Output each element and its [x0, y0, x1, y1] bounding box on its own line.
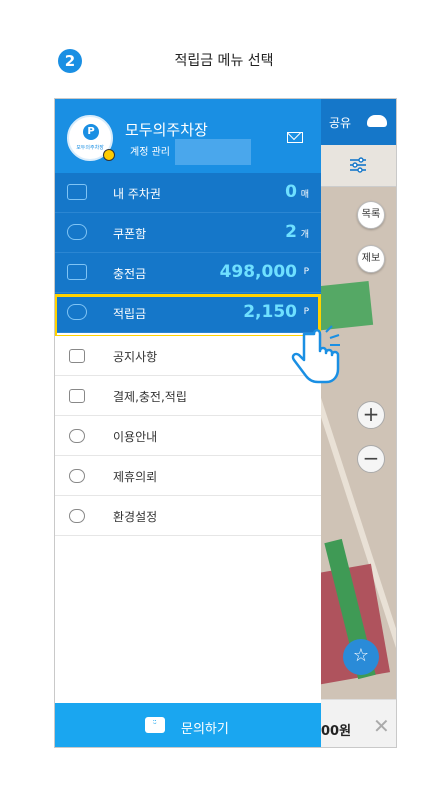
menu-item-payments[interactable]: 결제,충전,적립: [55, 376, 321, 416]
menu-item-guide[interactable]: 이용안내: [55, 416, 321, 456]
map-top-bar: 공유: [321, 99, 396, 145]
menu-item-notices[interactable]: 공지사항: [55, 336, 321, 376]
megaphone-icon: [69, 349, 85, 363]
menu-label: 쿠폰함: [113, 227, 147, 241]
report-button[interactable]: 제보: [357, 245, 385, 273]
menu-label: 이용안내: [113, 430, 158, 444]
ticket-icon: [67, 184, 87, 200]
gear-icon: [69, 509, 85, 523]
inquiry-button[interactable]: ᵕ̈ 문의하기: [55, 703, 321, 747]
inquiry-label: 문의하기: [181, 722, 229, 737]
map-filter-bar: [321, 145, 396, 187]
menu-label: 충전금: [113, 267, 147, 281]
kakao-badge-icon: [103, 149, 115, 161]
coins-icon: [67, 264, 87, 280]
menu-label: 공지사항: [113, 350, 158, 364]
redacted-info: [175, 139, 251, 165]
parking-logo-icon: P: [83, 124, 99, 140]
menu-value: 498,000: [219, 262, 297, 282]
menu-label: 환경설정: [113, 510, 158, 524]
headset-icon: [69, 429, 85, 443]
avatar-brand-text: 모두의주차장: [76, 145, 104, 151]
filter-icon[interactable]: [349, 157, 367, 173]
menu-item-my-tickets[interactable]: 내 주차권 0 매: [55, 173, 321, 213]
menu-item-settings[interactable]: 환경설정: [55, 496, 321, 536]
menu-item-partnership[interactable]: 제휴의뢰: [55, 456, 321, 496]
menu-label: 제휴의뢰: [113, 470, 158, 484]
user-name: 모두의주차장: [125, 121, 208, 139]
list-button[interactable]: 목록: [357, 201, 385, 229]
selection-highlight: [55, 294, 321, 338]
menu-label: 결제,충전,적립: [113, 390, 187, 404]
step-title: 적립금 메뉴 선택: [174, 53, 274, 69]
price-text: 00원: [321, 724, 352, 739]
avatar[interactable]: P 모두의주차장: [67, 115, 115, 161]
menu-item-charge[interactable]: 충전금 498,000 P: [55, 253, 321, 293]
menu-value: 2: [285, 222, 297, 242]
handshake-icon: [69, 469, 85, 483]
tap-hand-icon: [291, 325, 340, 384]
favorite-star-button[interactable]: ☆: [343, 639, 379, 675]
menu-unit: 매: [300, 190, 309, 200]
step-header: 2 적립금 메뉴 선택: [0, 46, 448, 76]
menu-unit: 개: [300, 230, 309, 240]
share-cloud-icon[interactable]: [367, 115, 387, 127]
map-bottom-card[interactable]: 00원 ✕: [321, 699, 396, 747]
zoom-in-button[interactable]: +: [357, 401, 385, 429]
chat-smile-icon: ᵕ̈: [145, 717, 165, 733]
menu-unit: P: [303, 267, 309, 277]
phone-screen: 공유 목록 제보 + − 00원 ✕ ☆ P 모두의주차장 모두의주차장 계정 …: [54, 98, 397, 748]
drawer-header: P 모두의주차장 모두의주차장 계정 관리: [55, 99, 321, 173]
coupon-icon: [67, 224, 87, 240]
account-settings-link[interactable]: 계정 관리: [130, 143, 170, 158]
wallet-icon: [69, 389, 85, 403]
menu-item-coupons[interactable]: 쿠폰함 2 개: [55, 213, 321, 253]
close-icon[interactable]: ✕: [373, 714, 390, 738]
zoom-out-button[interactable]: −: [357, 445, 385, 473]
mail-icon[interactable]: [287, 132, 303, 143]
side-drawer: P 모두의주차장 모두의주차장 계정 관리 내 주차권 0 매 쿠폰함 2 개 …: [55, 99, 321, 747]
menu-label: 내 주차권: [113, 187, 161, 201]
menu-value: 0: [285, 182, 297, 202]
share-label[interactable]: 공유: [329, 114, 351, 131]
